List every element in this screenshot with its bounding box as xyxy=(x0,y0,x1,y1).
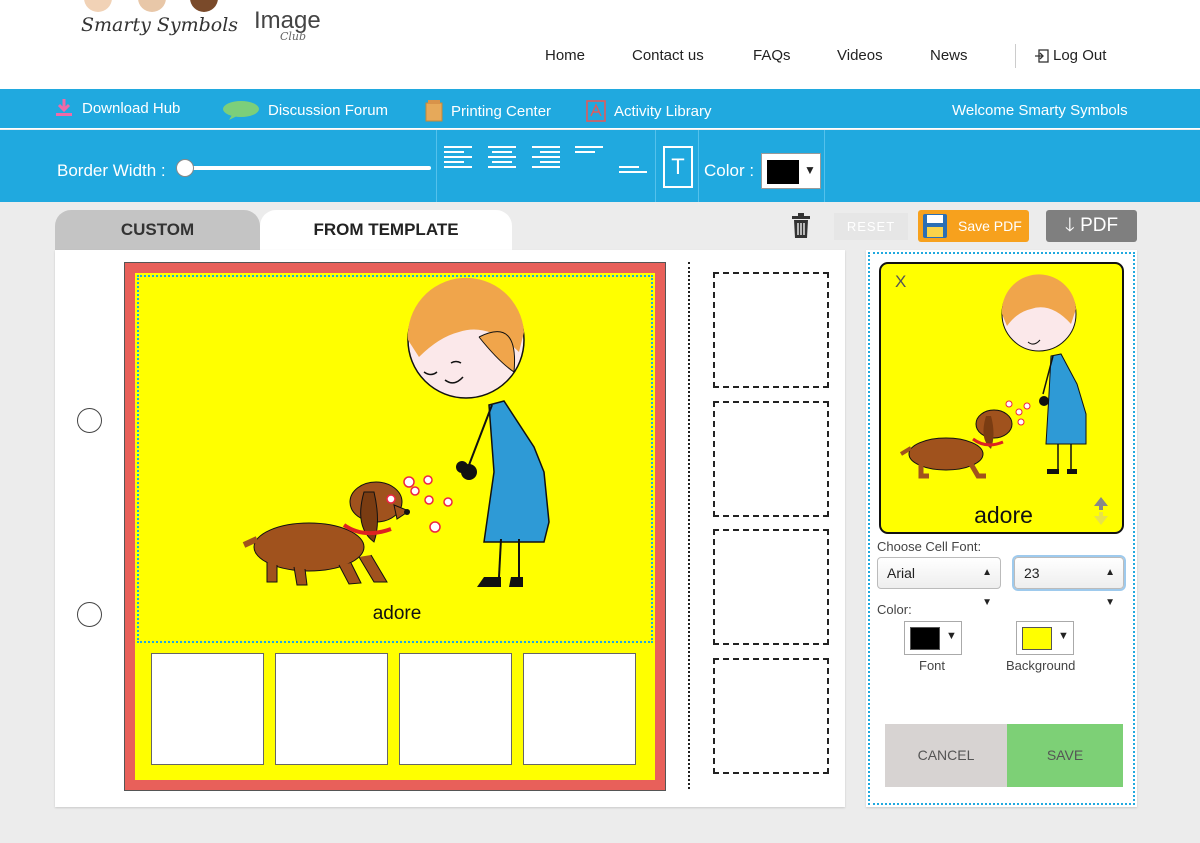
font-family-value: Arial xyxy=(887,565,916,581)
color-section-label: Color: xyxy=(877,602,912,617)
printer-paper-icon xyxy=(425,100,443,122)
logo-face-icon xyxy=(190,0,218,12)
menu-download-hub-label: Download Hub xyxy=(82,99,181,117)
logout-label: Log Out xyxy=(1053,47,1107,64)
toolbar-divider xyxy=(698,130,699,202)
dropdown-arrow-icon: ▼ xyxy=(804,163,816,177)
border-width-slider-track[interactable] xyxy=(185,166,431,170)
font-family-select[interactable]: Arial ▲ ▼ xyxy=(877,557,1001,608)
select-arrows-icon: ▲ ▼ xyxy=(982,567,992,608)
preview-label: adore xyxy=(974,502,1033,528)
format-toolbar: Border Width : T Color : ▼ xyxy=(0,130,1200,202)
download-pdf-button[interactable]: 🡓 PDF xyxy=(1046,210,1137,242)
text-box-button[interactable]: T xyxy=(663,146,693,188)
nav-home[interactable]: Home xyxy=(545,47,585,64)
binder-hole-radio[interactable] xyxy=(77,602,102,627)
main-symbol-cell[interactable]: adore xyxy=(137,275,653,643)
align-center-button[interactable] xyxy=(488,146,516,171)
board-small-cell-4[interactable] xyxy=(523,653,636,765)
logo-face-icon xyxy=(138,0,166,12)
background-color-picker[interactable]: ▼ xyxy=(1016,621,1074,655)
menu-printing-center[interactable]: Printing Center xyxy=(425,100,551,122)
toolbar-divider xyxy=(655,130,656,202)
menu-download-hub[interactable]: Download Hub xyxy=(54,98,180,118)
board-small-cell-1[interactable] xyxy=(151,653,264,765)
nav-divider xyxy=(1015,44,1016,68)
download-icon xyxy=(56,99,72,116)
menu-discussion-forum[interactable]: Discussion Forum xyxy=(222,100,388,120)
menu-printing-center-label: Printing Center xyxy=(451,102,552,120)
board-small-cell-2[interactable] xyxy=(275,653,388,765)
save-button[interactable]: SAVE xyxy=(1007,724,1123,787)
align-top-button[interactable] xyxy=(575,146,603,156)
align-left-button[interactable] xyxy=(444,146,472,171)
logo-club-text: Club xyxy=(280,30,307,43)
align-right-button[interactable] xyxy=(532,146,560,171)
logout-icon xyxy=(1035,48,1049,63)
strip-cell-3[interactable] xyxy=(713,529,829,645)
strip-cut-line xyxy=(688,262,690,789)
color-label: Color : xyxy=(704,161,755,180)
toolbar-color-swatch xyxy=(767,160,799,184)
tab-from-template[interactable]: FROM TEMPLATE xyxy=(260,210,512,250)
logout-link[interactable]: Log Out xyxy=(1034,47,1106,64)
move-arrows-icon[interactable] xyxy=(1092,496,1110,526)
border-width-label: Border Width : xyxy=(57,161,166,180)
nav-faqs[interactable]: FAQs xyxy=(753,47,791,64)
site-logo[interactable]: Smarty Symbols Image Club xyxy=(78,0,348,50)
font-color-picker[interactable]: ▼ xyxy=(904,621,962,655)
nav-videos[interactable]: Videos xyxy=(837,47,883,64)
font-size-value: 23 xyxy=(1024,565,1040,581)
border-width-slider-handle[interactable] xyxy=(176,159,194,177)
choose-font-label: Choose Cell Font: xyxy=(877,539,982,554)
nav-contact[interactable]: Contact us xyxy=(632,47,704,64)
boy-petting-dog-preview xyxy=(899,274,1087,479)
background-color-label: Background xyxy=(1006,658,1076,673)
cell-preview: X adore xyxy=(879,262,1124,534)
font-color-label: Font xyxy=(919,658,946,673)
logo-face-icon xyxy=(84,0,112,12)
arrow-down-icon: 🡓 xyxy=(1064,215,1075,236)
save-pdf-button[interactable]: Save PDF xyxy=(918,210,1029,242)
dropdown-arrow-icon: ▼ xyxy=(946,630,957,642)
nav-news[interactable]: News xyxy=(930,47,968,64)
pdf-document-icon xyxy=(586,100,606,122)
trash-icon xyxy=(792,213,810,238)
download-pdf-label: PDF xyxy=(1080,215,1119,236)
background-color-swatch xyxy=(1022,627,1052,650)
strip-cell-2[interactable] xyxy=(713,401,829,517)
menu-discussion-forum-label: Discussion Forum xyxy=(268,101,389,119)
floppy-disk-icon xyxy=(923,214,947,238)
reset-button[interactable]: RESET xyxy=(834,213,908,240)
select-arrows-icon: ▲ ▼ xyxy=(1105,567,1115,608)
delete-button[interactable] xyxy=(791,213,811,244)
chat-bubble-icon xyxy=(223,101,259,120)
menu-bar: Download Hub Discussion Forum Printing C… xyxy=(0,89,1200,129)
toolbar-divider xyxy=(824,130,825,202)
board-small-cell-3[interactable] xyxy=(399,653,512,765)
main-cell-label: adore xyxy=(372,603,422,624)
font-size-select[interactable]: 23 ▲ ▼ xyxy=(1014,557,1124,608)
toolbar-color-picker[interactable]: ▼ xyxy=(761,153,821,189)
logo-script-text: Smarty Symbols xyxy=(81,14,239,36)
strip-cell-4[interactable] xyxy=(713,658,829,774)
menu-activity-library-label: Activity Library xyxy=(614,102,712,120)
welcome-text: Welcome Smarty Symbols xyxy=(952,102,1128,119)
align-bottom-button[interactable] xyxy=(619,166,647,176)
binder-hole-radio[interactable] xyxy=(77,408,102,433)
font-color-swatch xyxy=(910,627,940,650)
menu-activity-library[interactable]: Activity Library xyxy=(586,100,712,122)
cancel-button[interactable]: CANCEL xyxy=(885,724,1007,787)
boy-petting-dog-illustration xyxy=(242,277,550,587)
dropdown-arrow-icon: ▼ xyxy=(1058,630,1069,642)
tab-custom[interactable]: CUSTOM xyxy=(55,210,260,250)
strip-cell-1[interactable] xyxy=(713,272,829,388)
save-pdf-label: Save PDF xyxy=(958,218,1022,234)
site-header: Smarty Symbols Image Club Home Contact u… xyxy=(0,0,1200,89)
toolbar-divider xyxy=(436,130,437,202)
